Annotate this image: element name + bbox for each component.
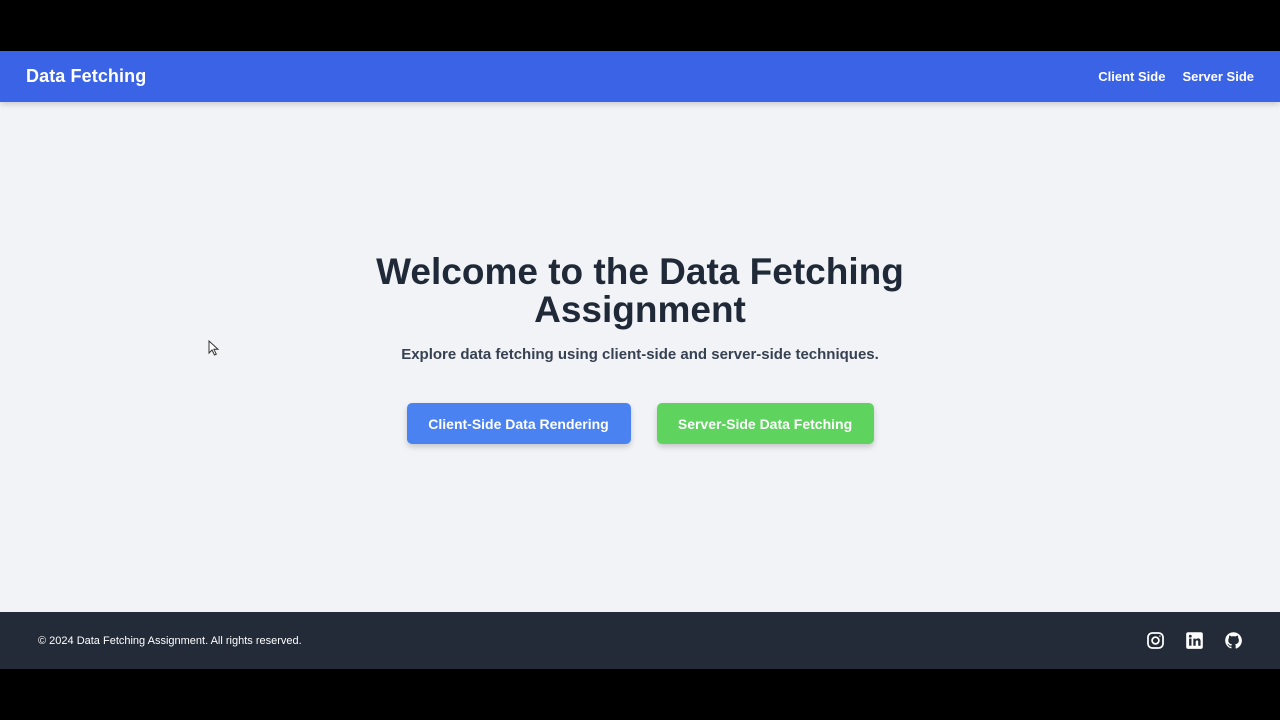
app-window: Data Fetching Client Side Server Side We… (0, 51, 1280, 669)
letterbox-top (0, 0, 1280, 51)
nav-link-client-side[interactable]: Client Side (1098, 69, 1165, 84)
client-side-data-rendering-button[interactable]: Client-Side Data Rendering (406, 403, 631, 444)
action-buttons: Client-Side Data Rendering Server-Side D… (406, 403, 874, 444)
nav-link-server-side[interactable]: Server Side (1182, 69, 1254, 84)
navbar: Data Fetching Client Side Server Side (0, 51, 1280, 102)
letterbox-bottom (0, 669, 1280, 720)
brand-logo-text[interactable]: Data Fetching (26, 66, 146, 87)
copyright-text: © 2024 Data Fetching Assignment. All rig… (38, 634, 302, 647)
linkedin-icon[interactable] (1185, 631, 1204, 650)
server-side-data-fetching-button[interactable]: Server-Side Data Fetching (656, 403, 874, 444)
instagram-icon[interactable] (1146, 631, 1165, 650)
social-links (1146, 631, 1243, 650)
page-subtitle: Explore data fetching using client-side … (401, 346, 879, 363)
footer: © 2024 Data Fetching Assignment. All rig… (0, 612, 1280, 669)
page-title: Welcome to the Data Fetching Assignment (376, 251, 904, 330)
mouse-cursor-icon (208, 340, 220, 356)
hero-section: Welcome to the Data Fetching Assignment … (0, 102, 1280, 612)
nav-links: Client Side Server Side (1098, 69, 1254, 84)
github-icon[interactable] (1224, 631, 1243, 650)
